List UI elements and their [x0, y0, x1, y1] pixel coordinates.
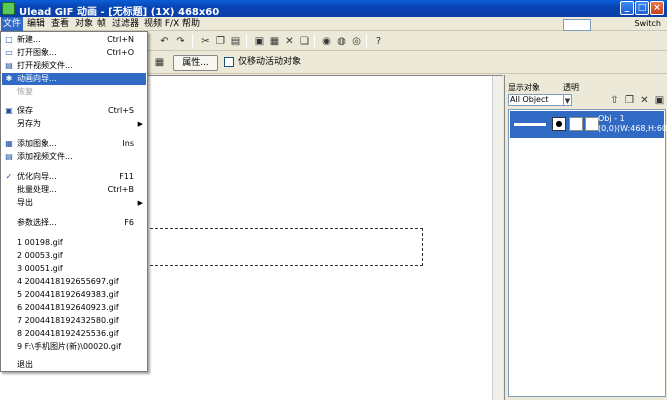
menu-separator	[4, 167, 144, 168]
recent-file-item[interactable]: 8 2004418192425536.gif	[2, 328, 146, 340]
copy-object-icon[interactable]: ❐	[623, 94, 636, 107]
paste-icon[interactable]: ▤	[229, 35, 242, 48]
menu-item-batch[interactable]: 批量处理... Ctrl+B	[2, 184, 146, 196]
menu-item-animation-wizard[interactable]: ✱ 动画向导...	[2, 73, 146, 85]
menu-edit[interactable]: 编辑	[25, 17, 47, 31]
menu-separator	[4, 101, 144, 102]
object-thumbnail	[514, 123, 546, 126]
menu-filter[interactable]: 过滤器	[110, 17, 141, 31]
optimize-icon: ✓	[5, 172, 13, 181]
toolbar-separator	[366, 34, 367, 48]
menu-frame[interactable]: 帧	[95, 17, 108, 31]
menu-item-export[interactable]: 导出 ▶	[2, 197, 146, 209]
object-coords: (0,0)(W:468,H:60)	[598, 124, 667, 133]
open-folder-icon: ▭	[5, 48, 13, 57]
animation-canvas[interactable]	[140, 228, 423, 266]
title-bar: Ulead GIF 动画 - [无标题] (1X) 468x60 _ □ ×	[0, 0, 667, 18]
frame-delete-icon[interactable]: ✕	[283, 35, 296, 48]
lock-toggle[interactable]	[569, 117, 583, 131]
menu-item-optimize-wizard[interactable]: ✓ 优化向导... F11	[2, 171, 146, 183]
redo-icon[interactable]: ↷	[174, 35, 187, 48]
properties-button[interactable]: 属性...	[173, 55, 218, 71]
menu-separator	[4, 213, 144, 214]
chevron-down-icon[interactable]: ▼	[563, 94, 572, 106]
preview-icon[interactable]: ◉	[320, 35, 333, 48]
frame-add-icon[interactable]: ▣	[253, 35, 266, 48]
new-doc-icon: □	[5, 35, 13, 44]
toolbar-separator	[192, 34, 193, 48]
close-button[interactable]: ×	[650, 1, 664, 15]
toolbar-separator	[246, 34, 247, 48]
recent-file-item[interactable]: 4 20044181926556​97.gif	[2, 276, 146, 288]
wizard-icon: ✱	[5, 74, 13, 83]
toolbar-separator	[314, 34, 315, 48]
cut-icon[interactable]: ✂	[199, 35, 212, 48]
window-title: Ulead GIF 动画 - [无标题] (1X) 468x60	[19, 7, 220, 18]
submenu-arrow-icon: ▶	[137, 199, 143, 207]
recent-file-item[interactable]: 1 00198.gif	[2, 237, 146, 249]
recent-file-item[interactable]: 5 2004418192649383.gif	[2, 289, 146, 301]
menu-separator	[4, 356, 144, 357]
menu-item-preferences[interactable]: 参数选择... F6	[2, 217, 146, 229]
menu-view[interactable]: 查看	[49, 17, 71, 31]
menu-item-open-video[interactable]: ▤ 打开视频文件...	[2, 60, 146, 72]
opacity-label: 透明	[563, 83, 579, 92]
menu-video-fx[interactable]: 视频 F/X	[142, 17, 181, 31]
copy-icon[interactable]: ❐	[214, 35, 227, 48]
display-objects-label: 显示对象	[508, 83, 540, 92]
add-image-icon: ▦	[5, 139, 13, 148]
minimize-button[interactable]: _	[620, 1, 634, 15]
color-swatch[interactable]	[585, 117, 599, 131]
object-list[interactable]: ● Obj - 1 (0,0)(W:468,H:60)	[508, 109, 667, 397]
menu-help[interactable]: 帮助	[180, 17, 202, 31]
menu-separator	[4, 134, 144, 135]
eye-icon[interactable]: ●	[552, 117, 566, 131]
menu-item-save[interactable]: ▣ 保存 Ctrl+S	[2, 105, 146, 117]
object-filter-select[interactable]: All Object	[508, 94, 564, 106]
submenu-arrow-icon: ▶	[137, 120, 143, 128]
menu-item-add-video[interactable]: ▤ 添加视频文件...	[2, 151, 146, 163]
move-active-only-checkbox[interactable]	[224, 57, 234, 67]
recent-file-item[interactable]: 3 00051.gif	[2, 263, 146, 275]
menu-file[interactable]: 文件	[1, 17, 24, 31]
web-icon[interactable]: ◎	[350, 35, 363, 48]
object-props-icon[interactable]: ▣	[653, 94, 666, 107]
menu-object[interactable]: 对象	[73, 17, 95, 31]
recent-file-item[interactable]: 6 2004418192640923.gif	[2, 302, 146, 314]
help-pointer-icon[interactable]: ?	[372, 35, 385, 48]
menu-item-new[interactable]: □ 新建... Ctrl+N	[2, 34, 146, 46]
recent-file-item[interactable]: 7 2004418192432580.gif	[2, 315, 146, 327]
save-icon: ▣	[5, 106, 13, 115]
app-icon	[2, 2, 15, 15]
add-video-icon: ▤	[5, 152, 13, 161]
undo-icon[interactable]: ↶	[158, 35, 171, 48]
frame-duplicate-icon[interactable]: ❏	[298, 35, 311, 48]
vertical-scrollbar[interactable]	[492, 76, 503, 400]
menu-item-open-image[interactable]: ▭ 打开图象... Ctrl+O	[2, 47, 146, 59]
grid-icon[interactable]: ▦	[153, 56, 166, 69]
recent-file-item[interactable]: 2 00053.gif	[2, 250, 146, 262]
browser-preview-icon[interactable]: ◍	[335, 35, 348, 48]
menu-item-revert: 恢复	[17, 87, 33, 96]
menu-item-save-as[interactable]: 另存为 ▶	[2, 118, 146, 130]
switch-link[interactable]: Switch	[635, 17, 661, 31]
menu-item-exit[interactable]: 退出	[2, 359, 146, 371]
file-menu-dropdown: □ 新建... Ctrl+N ▭ 打开图象... Ctrl+O ▤ 打开视频文件…	[0, 31, 148, 372]
list-item[interactable]: ● Obj - 1 (0,0)(W:468,H:60)	[510, 111, 667, 138]
object-name: Obj - 1	[598, 114, 625, 123]
menu-separator	[4, 233, 144, 234]
move-up-icon[interactable]: ⇧	[608, 94, 621, 107]
opacity-input[interactable]	[563, 19, 591, 31]
maximize-button[interactable]: □	[635, 1, 649, 15]
move-active-only-label: 仅移动活动对象	[238, 57, 302, 67]
menu-item-add-image[interactable]: ▦ 添加图象... Ins	[2, 138, 146, 150]
object-manager-panel: 显示对象 透明 All Object ▼ ⇧ ❐ ✕ ▣ ● Obj - 1 (…	[504, 75, 667, 400]
delete-object-icon[interactable]: ✕	[638, 94, 651, 107]
recent-file-item[interactable]: 9 F:\手机图片(新)\00020.gif	[2, 341, 146, 353]
frame-props-icon[interactable]: ▦	[268, 35, 281, 48]
video-icon: ▤	[5, 61, 13, 70]
